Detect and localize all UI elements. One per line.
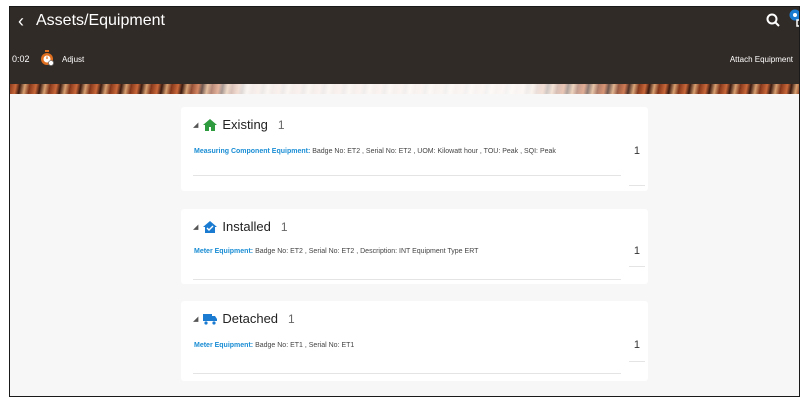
page-title: Assets/Equipment [36, 12, 165, 29]
equipment-row[interactable]: Meter Equipment: Badge No: ET2 , Serial … [194, 247, 614, 256]
row-count: 1 [633, 245, 640, 257]
count-divider [629, 185, 645, 186]
equipment-details: Badge No: ET2 , Serial No: ET2 , Descrip… [253, 248, 479, 255]
app-frame: ‹ Assets/Equipment 0:02 Adjust Attach Eq… [9, 6, 800, 397]
equipment-link[interactable]: Measuring Component Equipment: [194, 148, 310, 155]
row-divider [193, 279, 621, 280]
equipment-details: Badge No: ET2 , Serial No: ET2 , UOM: Ki… [310, 148, 556, 155]
row-count: 1 [633, 145, 640, 157]
section-detached: ◢ Detached 1 Meter Equipment: Badge No: … [181, 301, 648, 381]
section-header[interactable]: ◢ Detached 1 [193, 311, 295, 326]
section-title: Detached [222, 311, 279, 326]
stopwatch-icon[interactable] [40, 50, 54, 66]
section-title: Installed [222, 219, 271, 234]
collapse-caret-icon[interactable]: ◢ [193, 315, 198, 323]
header-banner [10, 84, 799, 94]
truck-icon [203, 313, 218, 325]
section-installed: ◢ Installed 1 Meter Equipment: Badge No:… [181, 209, 648, 284]
back-chevron-icon[interactable]: ‹ [18, 10, 24, 32]
row-divider [193, 373, 621, 374]
section-existing: ◢ Existing 1 Measuring Component Equipme… [181, 107, 648, 191]
count-divider [629, 266, 645, 267]
house-icon [203, 118, 218, 131]
collapse-caret-icon[interactable]: ◢ [193, 223, 198, 231]
collapse-caret-icon[interactable]: ◢ [193, 121, 198, 129]
attach-equipment-button[interactable]: Attach Equipment [730, 55, 793, 64]
equipment-link[interactable]: Meter Equipment: [194, 248, 253, 255]
row-divider [193, 175, 621, 176]
equipment-details: Badge No: ET1 , Serial No: ET1 [253, 342, 355, 349]
installed-house-icon [203, 220, 218, 233]
count-divider [629, 361, 645, 362]
equipment-row[interactable]: Meter Equipment: Badge No: ET1 , Serial … [194, 341, 614, 350]
row-count: 1 [633, 339, 640, 351]
timer-text: 0:02 [12, 54, 30, 64]
equipment-row[interactable]: Measuring Component Equipment: Badge No:… [194, 147, 614, 156]
equipment-link[interactable]: Meter Equipment: [194, 342, 253, 349]
section-count: 1 [280, 219, 288, 234]
section-header[interactable]: ◢ Existing 1 [193, 117, 285, 132]
header-bar: ‹ Assets/Equipment 0:02 Adjust Attach Eq… [10, 7, 799, 84]
section-header[interactable]: ◢ Installed 1 [193, 219, 288, 234]
section-count: 1 [288, 311, 295, 326]
adjust-button[interactable]: Adjust [62, 55, 84, 64]
search-icon[interactable] [764, 11, 782, 29]
section-title: Existing [222, 117, 268, 132]
notification-badge-icon[interactable] [788, 7, 800, 29]
section-count: 1 [277, 117, 285, 132]
